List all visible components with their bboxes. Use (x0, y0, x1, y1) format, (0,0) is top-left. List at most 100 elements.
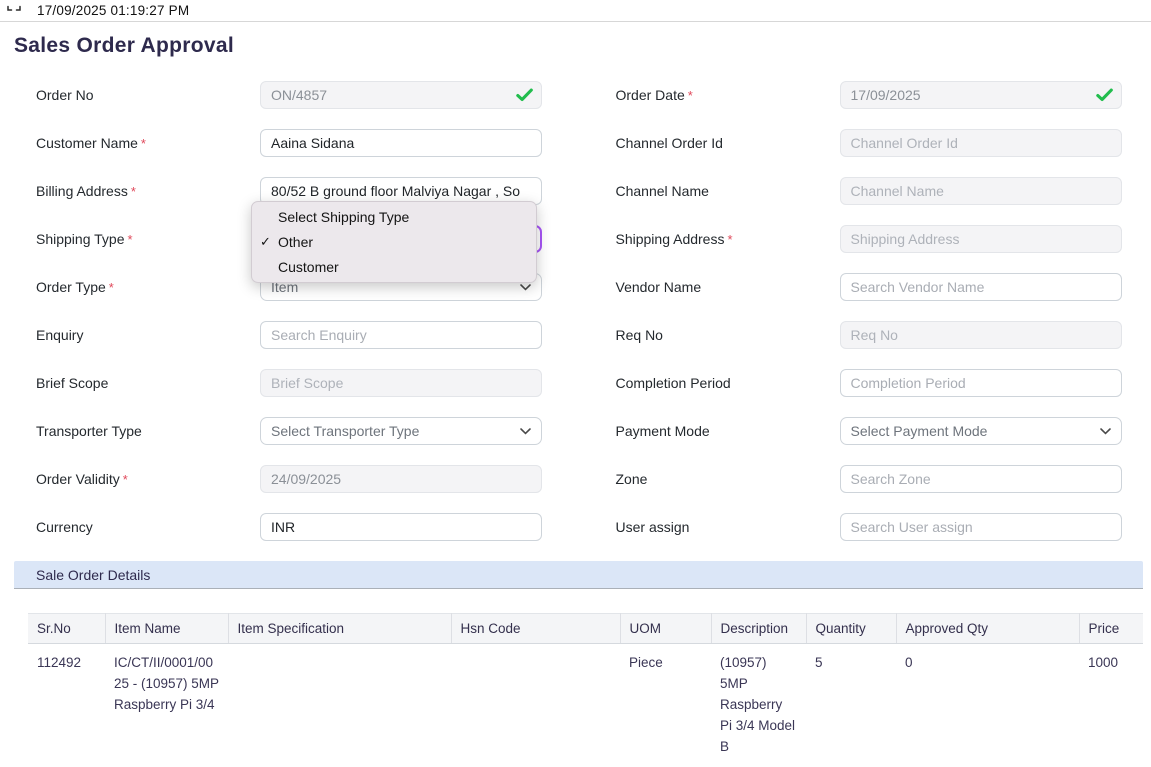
customer-name-label: Customer Name* (36, 135, 260, 151)
dropdown-option-select-shipping-type[interactable]: Select Shipping Type (252, 204, 536, 229)
form-right-column: Order Date* Channel Order Id Channel Nam… (610, 81, 1144, 561)
field-channel-name: Channel Name (616, 177, 1144, 205)
sale-order-details-header: Sale Order Details (14, 561, 1143, 589)
cell-approved-qty: 0 (896, 644, 1079, 767)
channel-order-id-input (840, 129, 1122, 157)
required-asterisk: * (141, 136, 146, 151)
vendor-name-label: Vendor Name (616, 279, 840, 295)
selected-check-icon: ✓ (260, 234, 271, 250)
fullscreen-icon[interactable] (6, 3, 22, 15)
label-text: Channel Name (616, 183, 709, 199)
field-currency: Currency (36, 513, 570, 541)
label-text: Enquiry (36, 327, 83, 343)
order-items-table-wrap: Sr.No Item Name Item Specification Hsn C… (28, 613, 1143, 767)
field-order-no: Order No (36, 81, 570, 109)
cell-hsn-code (451, 644, 620, 767)
select-value: Select Payment Mode (851, 423, 988, 439)
brief-scope-label: Brief Scope (36, 375, 260, 391)
col-price: Price (1079, 614, 1143, 644)
dropdown-option-customer[interactable]: Customer (252, 254, 536, 279)
required-asterisk: * (109, 280, 114, 295)
shipping-type-dropdown: Select Shipping Type ✓ Other Customer (251, 201, 537, 283)
channel-order-id-label: Channel Order Id (616, 135, 840, 151)
label-text: Vendor Name (616, 279, 702, 295)
col-sr-no: Sr.No (28, 614, 105, 644)
order-no-input (260, 81, 542, 109)
enquiry-input[interactable] (260, 321, 542, 349)
currency-input[interactable] (260, 513, 542, 541)
col-quantity: Quantity (806, 614, 896, 644)
user-assign-label: User assign (616, 519, 840, 535)
label-text: Order Type (36, 279, 106, 295)
section-title: Sale Order Details (36, 567, 150, 583)
col-uom: UOM (620, 614, 711, 644)
col-item-specification: Item Specification (228, 614, 451, 644)
cell-sr-no: 112492 (28, 644, 105, 767)
order-no-label: Order No (36, 87, 260, 103)
required-asterisk: * (688, 88, 693, 103)
order-form: Order No Customer Name* Billing Address*… (0, 81, 1151, 561)
brief-scope-input (260, 369, 542, 397)
col-item-name: Item Name (105, 614, 228, 644)
shipping-address-input (840, 225, 1122, 253)
label-text: Channel Order Id (616, 135, 723, 151)
order-validity-label: Order Validity* (36, 471, 260, 487)
channel-name-input (840, 177, 1122, 205)
label-text: Zone (616, 471, 648, 487)
valid-check-icon (516, 89, 533, 102)
dropdown-option-other[interactable]: ✓ Other (252, 229, 536, 254)
field-customer-name: Customer Name* (36, 129, 570, 157)
billing-address-label: Billing Address* (36, 183, 260, 199)
payment-mode-select[interactable]: Select Payment Mode (840, 417, 1122, 445)
top-bar: 17/09/2025 01:19:27 PM (0, 0, 1151, 22)
page-title: Sales Order Approval (14, 33, 1151, 59)
currency-label: Currency (36, 519, 260, 535)
transporter-type-select[interactable]: Select Transporter Type (260, 417, 542, 445)
field-channel-order-id: Channel Order Id (616, 129, 1144, 157)
field-req-no: Req No (616, 321, 1144, 349)
order-validity-input (260, 465, 542, 493)
table-header-row: Sr.No Item Name Item Specification Hsn C… (28, 614, 1143, 644)
chevron-down-icon (520, 284, 531, 291)
field-payment-mode: Payment Mode Select Payment Mode (616, 417, 1144, 445)
option-text: Customer (278, 259, 339, 275)
zone-input[interactable] (840, 465, 1122, 493)
cell-quantity: 5 (806, 644, 896, 767)
req-no-input (840, 321, 1122, 349)
order-type-label: Order Type* (36, 279, 260, 295)
label-text: Payment Mode (616, 423, 710, 439)
field-vendor-name: Vendor Name (616, 273, 1144, 301)
field-shipping-type: Shipping Type* Other Select Shipping Typ… (36, 225, 570, 253)
customer-name-input[interactable] (260, 129, 542, 157)
vendor-name-input[interactable] (840, 273, 1122, 301)
order-items-table: Sr.No Item Name Item Specification Hsn C… (28, 613, 1143, 767)
label-text: Order Validity (36, 471, 120, 487)
label-text: Req No (616, 327, 663, 343)
required-asterisk: * (127, 232, 132, 247)
user-assign-input[interactable] (840, 513, 1122, 541)
required-asterisk: * (131, 184, 136, 199)
table-row: 112492 IC/CT/II/0001/0025 - (10957) 5MP … (28, 644, 1143, 767)
order-date-label: Order Date* (616, 87, 840, 103)
col-approved-qty: Approved Qty (896, 614, 1079, 644)
shipping-type-label: Shipping Type* (36, 231, 260, 247)
cell-item-specification (228, 644, 451, 767)
cell-uom: Piece (620, 644, 711, 767)
label-text: Shipping Address (616, 231, 725, 247)
option-text: Other (278, 234, 313, 250)
field-zone: Zone (616, 465, 1144, 493)
field-order-validity: Order Validity* (36, 465, 570, 493)
payment-mode-label: Payment Mode (616, 423, 840, 439)
order-date-input (840, 81, 1122, 109)
transporter-type-label: Transporter Type (36, 423, 260, 439)
field-enquiry: Enquiry (36, 321, 570, 349)
label-text: User assign (616, 519, 690, 535)
cell-item-name: IC/CT/II/0001/0025 - (10957) 5MP Raspber… (105, 644, 228, 767)
field-brief-scope: Brief Scope (36, 369, 570, 397)
select-value: Select Transporter Type (271, 423, 419, 439)
chevron-down-icon (520, 428, 531, 435)
enquiry-label: Enquiry (36, 327, 260, 343)
label-text: Transporter Type (36, 423, 142, 439)
label-text: Brief Scope (36, 375, 108, 391)
completion-period-input[interactable] (840, 369, 1122, 397)
